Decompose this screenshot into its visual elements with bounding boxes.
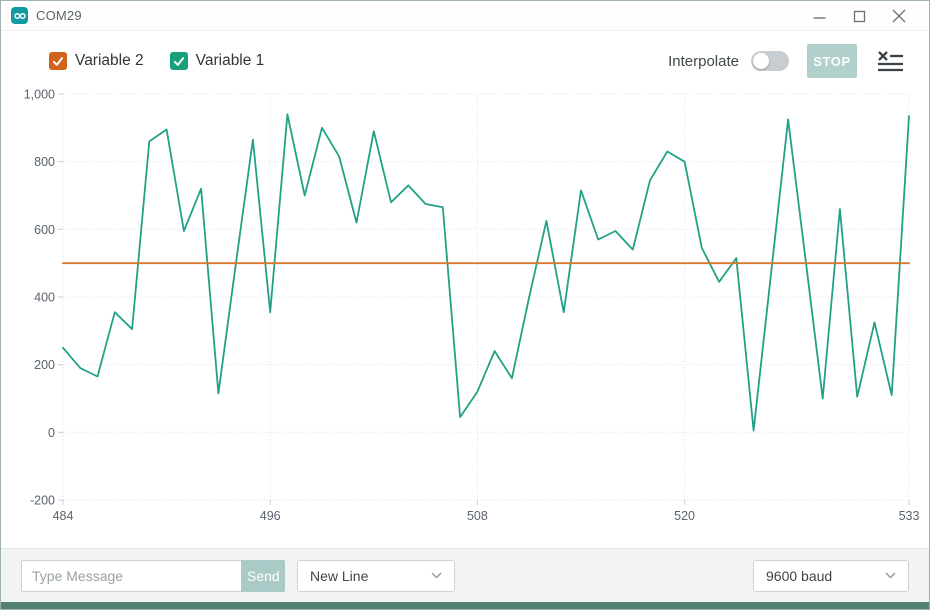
svg-text:1,000: 1,000 [24, 88, 55, 102]
svg-text:533: 533 [899, 509, 920, 523]
legend-item-variable-2[interactable]: Variable 2 [49, 52, 144, 70]
maximize-icon [853, 10, 866, 23]
bottom-bar: Send New Line 9600 baud [1, 548, 929, 602]
interpolate-label: Interpolate [668, 53, 739, 70]
close-icon [892, 9, 906, 23]
svg-text:484: 484 [53, 509, 74, 523]
svg-text:0: 0 [48, 426, 55, 440]
send-button[interactable]: Send [241, 560, 285, 592]
infinity-glyph [14, 12, 26, 20]
toolbar: Variable 2 Variable 1 Interpolate STOP [1, 37, 929, 85]
minimize-button[interactable] [799, 1, 839, 31]
window-bottom-border [1, 602, 929, 609]
chart-legend: Variable 2 Variable 1 [49, 52, 264, 70]
line-ending-value: New Line [310, 568, 368, 584]
toolbar-right-controls: Interpolate STOP [668, 44, 907, 78]
minimize-icon [813, 10, 826, 23]
serial-plotter-window: COM29 [0, 0, 930, 610]
variable-1-checkbox[interactable] [170, 52, 188, 70]
maximize-button[interactable] [839, 1, 879, 31]
svg-text:520: 520 [674, 509, 695, 523]
legend-label: Variable 2 [75, 52, 144, 70]
legend-label: Variable 1 [196, 52, 265, 70]
svg-text:600: 600 [34, 223, 55, 237]
baud-rate-value: 9600 baud [766, 568, 832, 584]
stop-button[interactable]: STOP [807, 44, 857, 78]
close-button[interactable] [879, 1, 919, 31]
svg-text:496: 496 [260, 509, 281, 523]
line-ending-select[interactable]: New Line [297, 560, 455, 592]
chevron-down-icon [431, 572, 442, 579]
baud-rate-select[interactable]: 9600 baud [753, 560, 909, 592]
svg-text:200: 200 [34, 358, 55, 372]
legend-item-variable-1[interactable]: Variable 1 [170, 52, 265, 70]
clear-icon [876, 49, 905, 74]
svg-text:508: 508 [467, 509, 488, 523]
svg-text:800: 800 [34, 155, 55, 169]
interpolate-toggle[interactable] [751, 51, 789, 71]
chevron-down-icon [885, 572, 896, 579]
variable-2-checkbox[interactable] [49, 52, 67, 70]
window-title: COM29 [36, 8, 82, 23]
svg-text:400: 400 [34, 291, 55, 305]
message-input[interactable] [21, 560, 241, 592]
arduino-icon [11, 7, 28, 24]
clear-output-button[interactable] [874, 47, 907, 76]
check-icon [52, 56, 64, 67]
title-bar: COM29 [1, 1, 929, 31]
toggle-knob [753, 53, 769, 69]
svg-text:-200: -200 [30, 494, 55, 508]
window-controls [799, 1, 919, 31]
check-icon [173, 56, 185, 67]
